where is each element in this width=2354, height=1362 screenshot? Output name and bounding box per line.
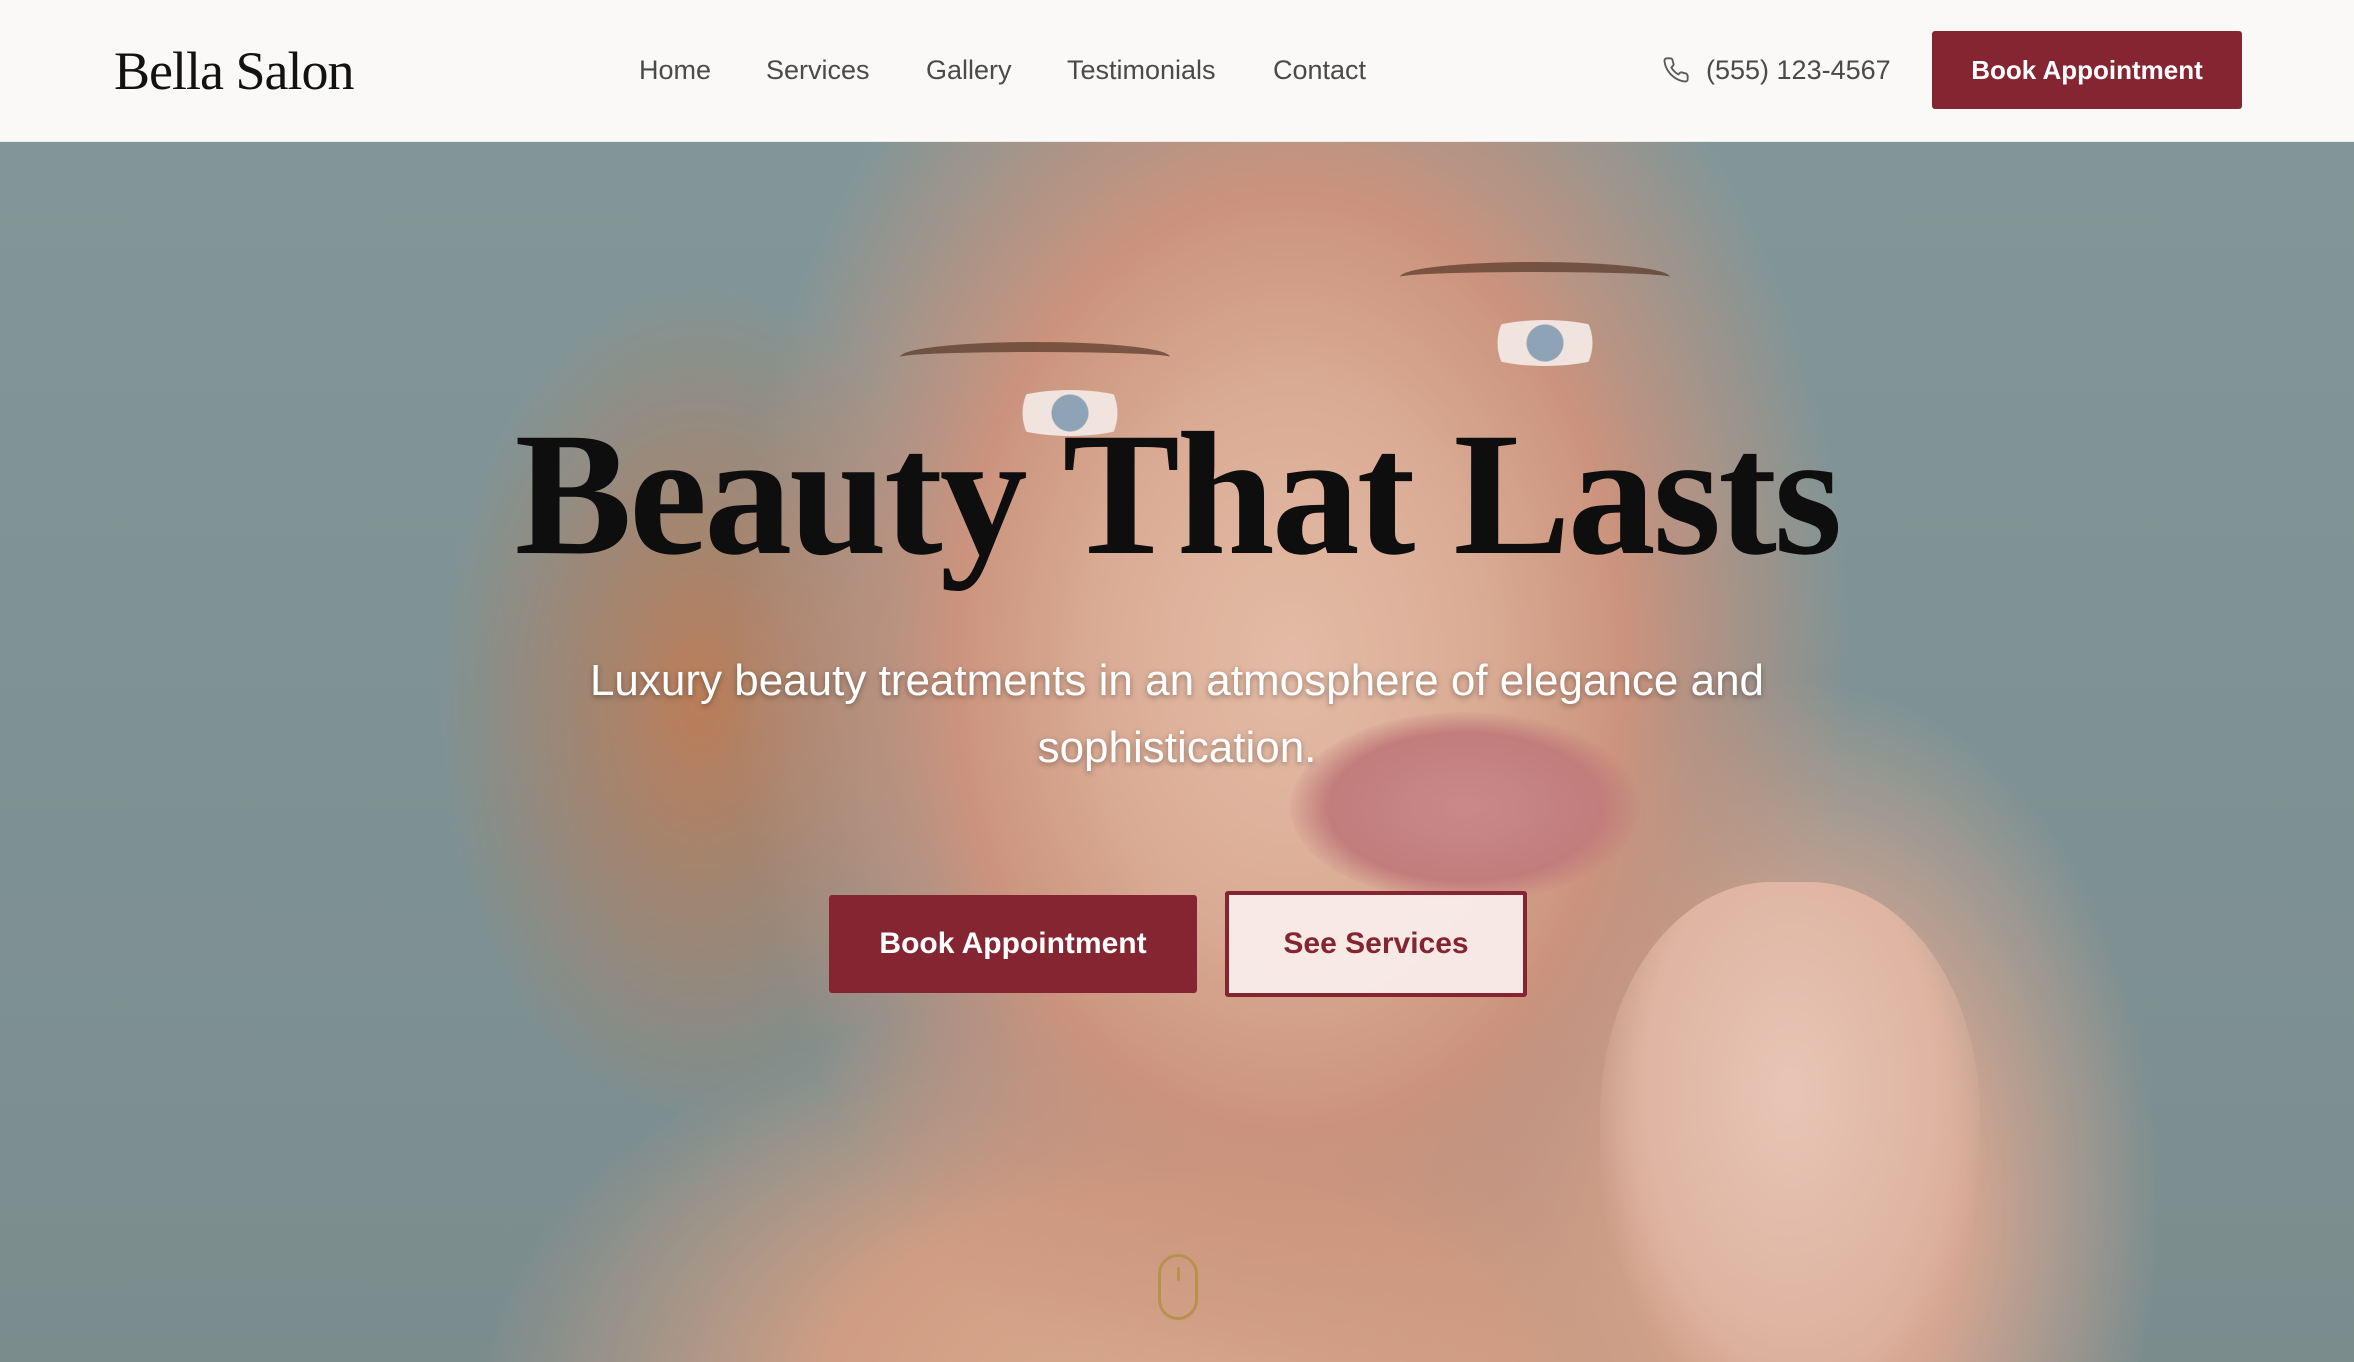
mouse-scroll-icon[interactable]	[1158, 1254, 1198, 1320]
hero-book-appointment-button[interactable]: Book Appointment	[829, 895, 1197, 993]
phone-number: (555) 123-4567	[1706, 54, 1891, 85]
phone-icon	[1662, 56, 1690, 84]
nav-link-services[interactable]: Services	[766, 52, 870, 88]
phone-link[interactable]: (555) 123-4567	[1662, 52, 1891, 88]
scroll-wheel	[1177, 1267, 1180, 1281]
nav-link-gallery[interactable]: Gallery	[926, 52, 1012, 88]
hero-title: Beauty That Lasts	[514, 397, 1843, 592]
nav-link-testimonials[interactable]: Testimonials	[1067, 52, 1216, 88]
hero-section: Beauty That Lasts Luxury beauty treatmen…	[0, 142, 2354, 1362]
nav-link-home[interactable]: Home	[639, 52, 711, 88]
see-services-button[interactable]: See Services	[1225, 891, 1527, 997]
nav-link-contact[interactable]: Contact	[1273, 52, 1366, 88]
header-book-appointment-button[interactable]: Book Appointment	[1932, 31, 2242, 109]
hero-subtitle: Luxury beauty treatments in an atmospher…	[589, 656, 1765, 772]
site-header: Bella Salon Home Services Gallery Testim…	[0, 0, 2354, 142]
